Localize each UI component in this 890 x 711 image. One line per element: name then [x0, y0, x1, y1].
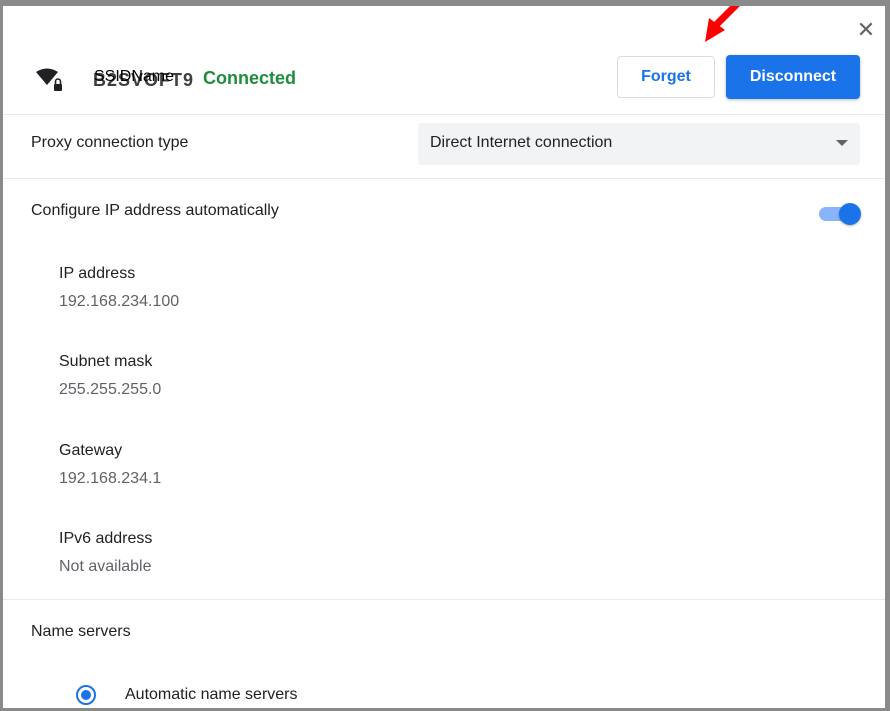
close-icon[interactable]: ✕ — [855, 19, 877, 42]
ip-address-value: 192.168.234.100 — [59, 293, 180, 310]
automatic-name-servers-label[interactable]: Automatic name servers — [125, 686, 298, 704]
ipv6-address-title: IPv6 address — [59, 530, 153, 547]
name-servers-label: Name servers — [31, 623, 131, 640]
wifi-icon — [36, 68, 62, 91]
proxy-type-label: Proxy connection type — [31, 134, 189, 151]
network-details-dialog: ✕ B2SVOFT9 SSIDName Connected Forget Dis… — [3, 6, 885, 708]
auto-ip-label: Configure IP address automatically — [31, 202, 279, 219]
connection-status: Connected — [203, 68, 297, 88]
ipv6-address-value: Not available — [59, 558, 152, 575]
ssid-name: B2SVOFT9 SSIDName — [93, 68, 193, 92]
radio-selected-dot — [81, 690, 91, 700]
network-header: B2SVOFT9 SSIDName Connected Forget Disco… — [3, 46, 885, 114]
ip-address-title: IP address — [59, 265, 136, 282]
gateway-value: 192.168.234.1 — [59, 470, 162, 487]
divider — [3, 599, 885, 600]
divider — [3, 114, 885, 115]
chevron-down-icon — [836, 140, 848, 146]
toggle-knob — [839, 203, 861, 225]
ssid-label: SSIDName — [94, 68, 175, 85]
forget-button[interactable]: Forget — [617, 56, 715, 98]
disconnect-button[interactable]: Disconnect — [726, 55, 860, 99]
proxy-type-selected: Direct Internet connection — [430, 134, 613, 151]
divider — [3, 178, 885, 179]
annotation-arrow — [705, 6, 740, 42]
subnet-mask-title: Subnet mask — [59, 353, 153, 370]
gateway-title: Gateway — [59, 442, 123, 459]
proxy-type-select[interactable]: Direct Internet connection — [418, 123, 860, 165]
automatic-name-servers-radio[interactable] — [76, 685, 96, 705]
subnet-mask-value: 255.255.255.0 — [59, 381, 162, 398]
auto-ip-toggle[interactable] — [817, 202, 861, 225]
